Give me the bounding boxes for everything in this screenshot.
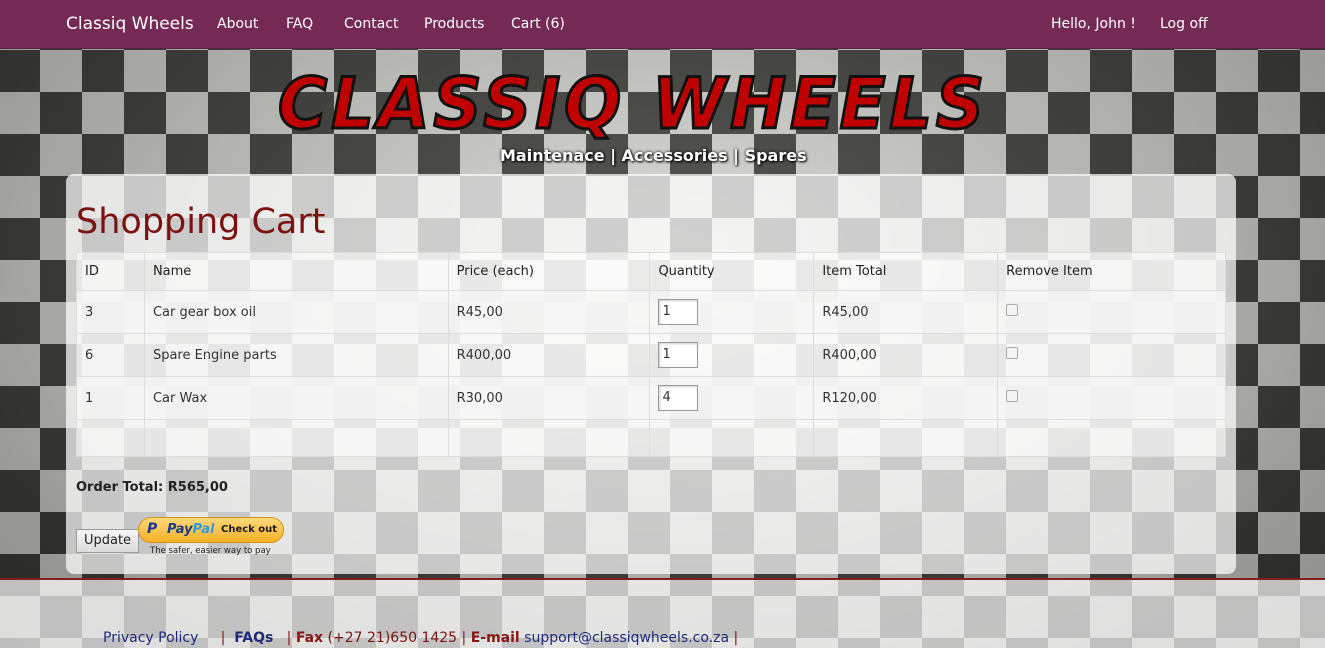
quantity-input[interactable]: 1 bbox=[658, 342, 699, 368]
cell-remove bbox=[997, 290, 1226, 334]
remove-item-checkbox[interactable] bbox=[1006, 347, 1019, 359]
site-logo: CLASSIQ WHEELS bbox=[272, 62, 994, 147]
remove-item-checkbox[interactable] bbox=[1006, 390, 1019, 402]
top-navbar: Classiq Wheels About FAQ Contact Product… bbox=[0, 0, 1325, 49]
table-row: 3 Car gear box oil R45,00 1 R45,00 bbox=[76, 290, 1226, 334]
footer-divider bbox=[0, 578, 1325, 580]
nav-about[interactable]: About bbox=[217, 16, 258, 32]
cell-remove bbox=[997, 333, 1226, 377]
cell-price: R400,00 bbox=[447, 333, 651, 377]
support-email-link[interactable]: support@classiqwheels.co.za bbox=[524, 630, 729, 646]
nav-faq[interactable]: FAQ bbox=[286, 16, 313, 32]
table-header-row: ID Name Price (each) Quantity Item Total… bbox=[76, 252, 1226, 291]
update-button[interactable]: Update bbox=[76, 529, 139, 553]
cell-name: Car Wax bbox=[143, 376, 449, 420]
cell-quantity: 1 bbox=[649, 290, 815, 334]
cell-quantity: 1 bbox=[649, 333, 815, 377]
column-header-name: Name bbox=[143, 252, 449, 291]
brand-link[interactable]: Classiq Wheels bbox=[66, 14, 194, 34]
quantity-input[interactable]: 1 bbox=[658, 299, 699, 325]
fax-number: (+27 21)650 1425 bbox=[327, 630, 458, 646]
cell-quantity: 4 bbox=[649, 376, 815, 420]
remove-item-checkbox[interactable] bbox=[1006, 304, 1019, 316]
column-header-id: ID bbox=[76, 252, 145, 291]
cell-id: 3 bbox=[76, 290, 145, 334]
nav-cart[interactable]: Cart (6) bbox=[511, 16, 565, 32]
logo-text: CLASSIQ WHEELS bbox=[278, 63, 988, 140]
column-header-item-total: Item Total bbox=[813, 252, 999, 291]
cell-item-total: R400,00 bbox=[813, 333, 999, 377]
column-header-quantity: Quantity bbox=[649, 252, 815, 291]
email-label: E-mail bbox=[470, 630, 520, 646]
logoff-link[interactable]: Log off bbox=[1160, 16, 1208, 32]
quantity-input[interactable]: 4 bbox=[658, 385, 699, 411]
cell-price: R45,00 bbox=[447, 290, 651, 334]
footer: Privacy Policy | FAQs | Fax (+27 21)650 … bbox=[103, 630, 739, 646]
faqs-link[interactable]: FAQs bbox=[234, 630, 273, 646]
page-title: Shopping Cart bbox=[76, 202, 326, 242]
cell-item-total: R120,00 bbox=[813, 376, 999, 420]
nav-products[interactable]: Products bbox=[424, 16, 484, 32]
cell-remove bbox=[997, 376, 1226, 420]
paypal-checkout-button[interactable]: P PayPal Check out The safer, easier way… bbox=[138, 517, 286, 557]
table-row-empty bbox=[76, 419, 1226, 457]
site-tagline: Maintenace | Accessories | Spares bbox=[500, 146, 807, 165]
column-header-remove: Remove Item bbox=[997, 252, 1226, 291]
cart-table: ID Name Price (each) Quantity Item Total… bbox=[76, 252, 1226, 457]
cell-name: Car gear box oil bbox=[143, 290, 449, 334]
paypal-pill: P PayPal Check out bbox=[138, 517, 284, 543]
privacy-policy-link[interactable]: Privacy Policy bbox=[103, 630, 198, 646]
paypal-icon: P bbox=[147, 521, 158, 537]
user-greeting-link[interactable]: Hello, John ! bbox=[1051, 16, 1136, 32]
nav-contact[interactable]: Contact bbox=[344, 16, 398, 32]
cell-item-total: R45,00 bbox=[813, 290, 999, 334]
cell-id: 6 bbox=[76, 333, 145, 377]
order-total: Order Total: R565,00 bbox=[76, 480, 228, 495]
cell-price: R30,00 bbox=[447, 376, 651, 420]
paypal-logo: PayPal bbox=[167, 522, 215, 537]
table-row: 6 Spare Engine parts R400,00 1 R400,00 bbox=[76, 333, 1226, 377]
main-content-panel: Shopping Cart ID Name Price (each) Quant… bbox=[66, 174, 1236, 574]
column-header-price: Price (each) bbox=[447, 252, 651, 291]
fax-label: Fax bbox=[295, 630, 324, 646]
cell-id: 1 bbox=[76, 376, 145, 420]
cell-name: Spare Engine parts bbox=[143, 333, 449, 377]
table-row: 1 Car Wax R30,00 4 R120,00 bbox=[76, 376, 1226, 420]
paypal-tagline: The safer, easier way to pay bbox=[150, 546, 271, 556]
paypal-checkout-label: Check out bbox=[221, 524, 278, 535]
